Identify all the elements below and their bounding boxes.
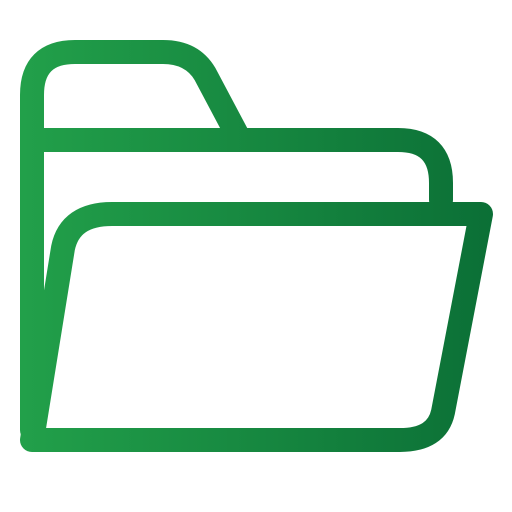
folder-back-outline: [20, 40, 453, 442]
folder-front-flap: [20, 202, 493, 452]
icon-canvas: [0, 0, 512, 512]
open-folder-icon: [20, 40, 493, 452]
